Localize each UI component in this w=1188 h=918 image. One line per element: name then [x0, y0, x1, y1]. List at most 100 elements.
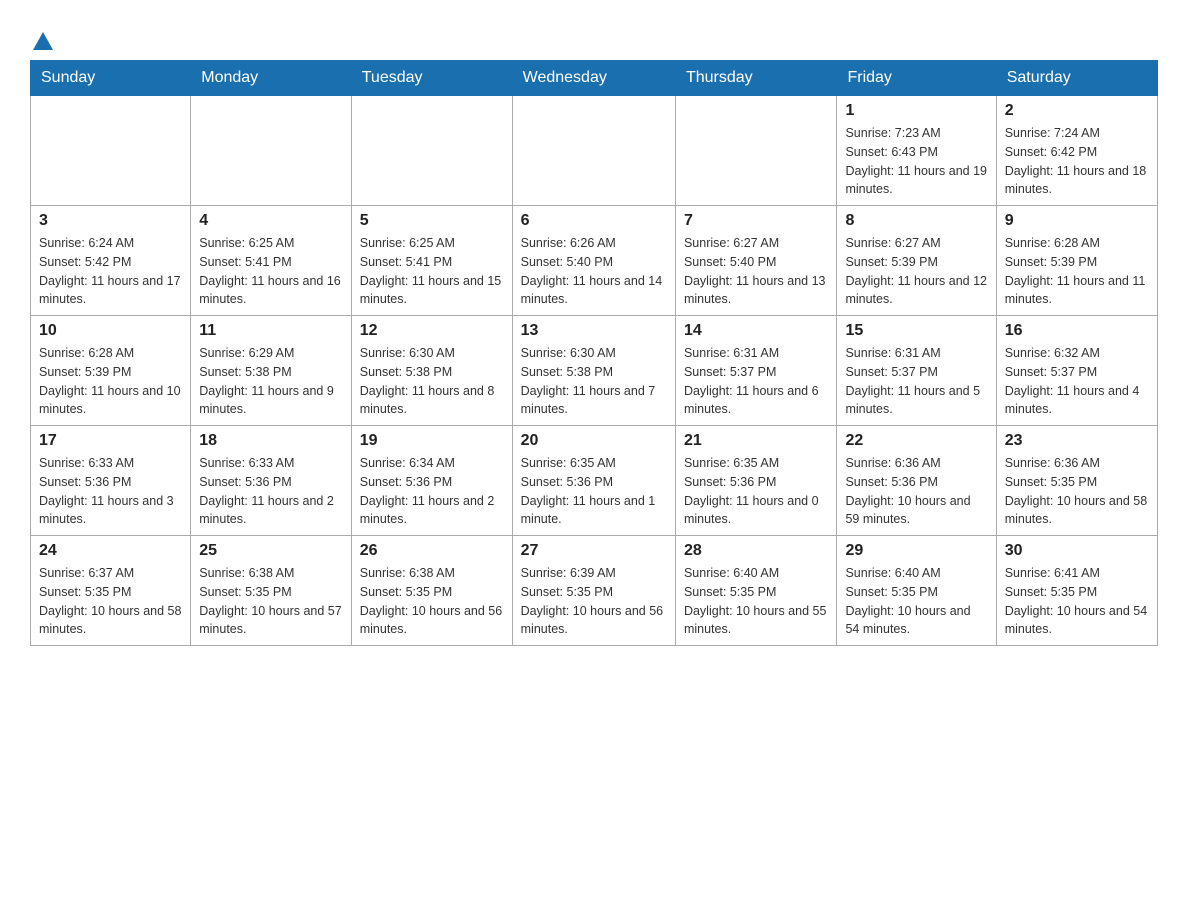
day-detail: Sunrise: 6:39 AMSunset: 5:35 PMDaylight:…: [521, 564, 667, 639]
table-row: 18 Sunrise: 6:33 AMSunset: 5:36 PMDayligh…: [191, 426, 352, 536]
table-row: 14 Sunrise: 6:31 AMSunset: 5:37 PMDayligh…: [675, 316, 837, 426]
table-row: 8 Sunrise: 6:27 AMSunset: 5:39 PMDaylight…: [837, 206, 996, 316]
table-row: [351, 96, 512, 206]
day-number: 30: [1005, 542, 1149, 560]
day-detail: Sunrise: 6:31 AMSunset: 5:37 PMDaylight:…: [845, 344, 987, 419]
table-row: 4 Sunrise: 6:25 AMSunset: 5:41 PMDaylight…: [191, 206, 352, 316]
calendar-week-row: 17 Sunrise: 6:33 AMSunset: 5:36 PMDayligh…: [31, 426, 1158, 536]
table-row: [675, 96, 837, 206]
day-number: 24: [39, 542, 182, 560]
day-number: 13: [521, 322, 667, 340]
table-row: 7Sunrise: 6:27 AMSunset: 5:40 PMDaylight…: [675, 206, 837, 316]
calendar-table: Sunday Monday Tuesday Wednesday Thursday…: [30, 60, 1158, 646]
day-number: 12: [360, 322, 504, 340]
day-detail: Sunrise: 6:34 AMSunset: 5:36 PMDaylight:…: [360, 454, 504, 529]
calendar-week-row: 1Sunrise: 7:23 AMSunset: 6:43 PMDaylight…: [31, 96, 1158, 206]
day-number: 23: [1005, 432, 1149, 450]
day-detail: Sunrise: 6:30 AMSunset: 5:38 PMDaylight:…: [360, 344, 504, 419]
calendar-week-row: 10 Sunrise: 6:28 AMSunset: 5:39 PMDayligh…: [31, 316, 1158, 426]
day-detail: Sunrise: 6:30 AMSunset: 5:38 PMDaylight:…: [521, 344, 667, 419]
day-number: 10: [39, 322, 182, 340]
day-number: 6: [521, 212, 667, 230]
calendar-week-row: 24 Sunrise: 6:37 AMSunset: 5:35 PMDayligh…: [31, 536, 1158, 646]
table-row: 10 Sunrise: 6:28 AMSunset: 5:39 PMDayligh…: [31, 316, 191, 426]
day-number: 15: [845, 322, 987, 340]
table-row: 22Sunrise: 6:36 AMSunset: 5:36 PMDayligh…: [837, 426, 996, 536]
day-detail: Sunrise: 6:25 AMSunset: 5:41 PMDaylight:…: [199, 234, 343, 309]
day-number: 1: [845, 102, 987, 120]
day-detail: Sunrise: 6:38 AMSunset: 5:35 PMDaylight:…: [199, 564, 343, 639]
col-monday: Monday: [191, 61, 352, 96]
day-detail: Sunrise: 7:24 AMSunset: 6:42 PMDaylight:…: [1005, 124, 1149, 199]
table-row: 9 Sunrise: 6:28 AMSunset: 5:39 PMDaylight…: [996, 206, 1157, 316]
day-number: 28: [684, 542, 829, 560]
day-detail: Sunrise: 6:28 AMSunset: 5:39 PMDaylight:…: [1005, 234, 1149, 309]
table-row: 21 Sunrise: 6:35 AMSunset: 5:36 PMDayligh…: [675, 426, 837, 536]
table-row: 3Sunrise: 6:24 AMSunset: 5:42 PMDaylight…: [31, 206, 191, 316]
table-row: [512, 96, 675, 206]
day-detail: Sunrise: 6:27 AMSunset: 5:40 PMDaylight:…: [684, 234, 829, 309]
day-number: 18: [199, 432, 343, 450]
day-detail: Sunrise: 6:26 AMSunset: 5:40 PMDaylight:…: [521, 234, 667, 309]
table-row: [191, 96, 352, 206]
day-number: 21: [684, 432, 829, 450]
day-number: 25: [199, 542, 343, 560]
table-row: 13 Sunrise: 6:30 AMSunset: 5:38 PMDayligh…: [512, 316, 675, 426]
col-saturday: Saturday: [996, 61, 1157, 96]
day-detail: Sunrise: 6:31 AMSunset: 5:37 PMDaylight:…: [684, 344, 829, 419]
day-detail: Sunrise: 6:35 AMSunset: 5:36 PMDaylight:…: [521, 454, 667, 529]
table-row: 28 Sunrise: 6:40 AMSunset: 5:35 PMDayligh…: [675, 536, 837, 646]
table-row: 16Sunrise: 6:32 AMSunset: 5:37 PMDayligh…: [996, 316, 1157, 426]
day-detail: Sunrise: 6:35 AMSunset: 5:36 PMDaylight:…: [684, 454, 829, 529]
col-tuesday: Tuesday: [351, 61, 512, 96]
day-detail: Sunrise: 6:33 AMSunset: 5:36 PMDaylight:…: [199, 454, 343, 529]
day-detail: Sunrise: 6:24 AMSunset: 5:42 PMDaylight:…: [39, 234, 182, 309]
day-detail: Sunrise: 6:27 AMSunset: 5:39 PMDaylight:…: [845, 234, 987, 309]
day-detail: Sunrise: 6:28 AMSunset: 5:39 PMDaylight:…: [39, 344, 182, 419]
day-number: 9: [1005, 212, 1149, 230]
col-thursday: Thursday: [675, 61, 837, 96]
table-row: 20 Sunrise: 6:35 AMSunset: 5:36 PMDayligh…: [512, 426, 675, 536]
table-row: 12 Sunrise: 6:30 AMSunset: 5:38 PMDayligh…: [351, 316, 512, 426]
table-row: 29 Sunrise: 6:40 AMSunset: 5:35 PMDayligh…: [837, 536, 996, 646]
day-detail: Sunrise: 6:41 AMSunset: 5:35 PMDaylight:…: [1005, 564, 1149, 639]
day-number: 29: [845, 542, 987, 560]
table-row: 25 Sunrise: 6:38 AMSunset: 5:35 PMDayligh…: [191, 536, 352, 646]
day-detail: Sunrise: 6:40 AMSunset: 5:35 PMDaylight:…: [684, 564, 829, 639]
table-row: 24 Sunrise: 6:37 AMSunset: 5:35 PMDayligh…: [31, 536, 191, 646]
table-row: 19 Sunrise: 6:34 AMSunset: 5:36 PMDayligh…: [351, 426, 512, 536]
day-detail: Sunrise: 6:37 AMSunset: 5:35 PMDaylight:…: [39, 564, 182, 639]
day-number: 19: [360, 432, 504, 450]
page-header: [30, 20, 1158, 50]
col-friday: Friday: [837, 61, 996, 96]
logo-triangle-icon: [33, 30, 53, 50]
table-row: 15 Sunrise: 6:31 AMSunset: 5:37 PMDayligh…: [837, 316, 996, 426]
day-detail: Sunrise: 6:38 AMSunset: 5:35 PMDaylight:…: [360, 564, 504, 639]
day-number: 4: [199, 212, 343, 230]
day-detail: Sunrise: 6:36 AMSunset: 5:35 PMDaylight:…: [1005, 454, 1149, 529]
col-sunday: Sunday: [31, 61, 191, 96]
day-detail: Sunrise: 6:33 AMSunset: 5:36 PMDaylight:…: [39, 454, 182, 529]
col-wednesday: Wednesday: [512, 61, 675, 96]
logo: [30, 30, 53, 50]
day-number: 17: [39, 432, 182, 450]
day-number: 14: [684, 322, 829, 340]
day-detail: Sunrise: 6:25 AMSunset: 5:41 PMDaylight:…: [360, 234, 504, 309]
table-row: 11 Sunrise: 6:29 AMSunset: 5:38 PMDayligh…: [191, 316, 352, 426]
day-number: 26: [360, 542, 504, 560]
table-row: 26 Sunrise: 6:38 AMSunset: 5:35 PMDayligh…: [351, 536, 512, 646]
table-row: 2 Sunrise: 7:24 AMSunset: 6:42 PMDaylight…: [996, 96, 1157, 206]
day-number: 5: [360, 212, 504, 230]
day-number: 2: [1005, 102, 1149, 120]
table-row: 30 Sunrise: 6:41 AMSunset: 5:35 PMDayligh…: [996, 536, 1157, 646]
table-row: [31, 96, 191, 206]
table-row: 23 Sunrise: 6:36 AMSunset: 5:35 PMDayligh…: [996, 426, 1157, 536]
day-detail: Sunrise: 6:40 AMSunset: 5:35 PMDaylight:…: [845, 564, 987, 639]
day-number: 22: [845, 432, 987, 450]
calendar-header-row: Sunday Monday Tuesday Wednesday Thursday…: [31, 61, 1158, 96]
day-detail: Sunrise: 6:29 AMSunset: 5:38 PMDaylight:…: [199, 344, 343, 419]
day-number: 16: [1005, 322, 1149, 340]
day-number: 11: [199, 322, 343, 340]
day-number: 20: [521, 432, 667, 450]
day-number: 8: [845, 212, 987, 230]
